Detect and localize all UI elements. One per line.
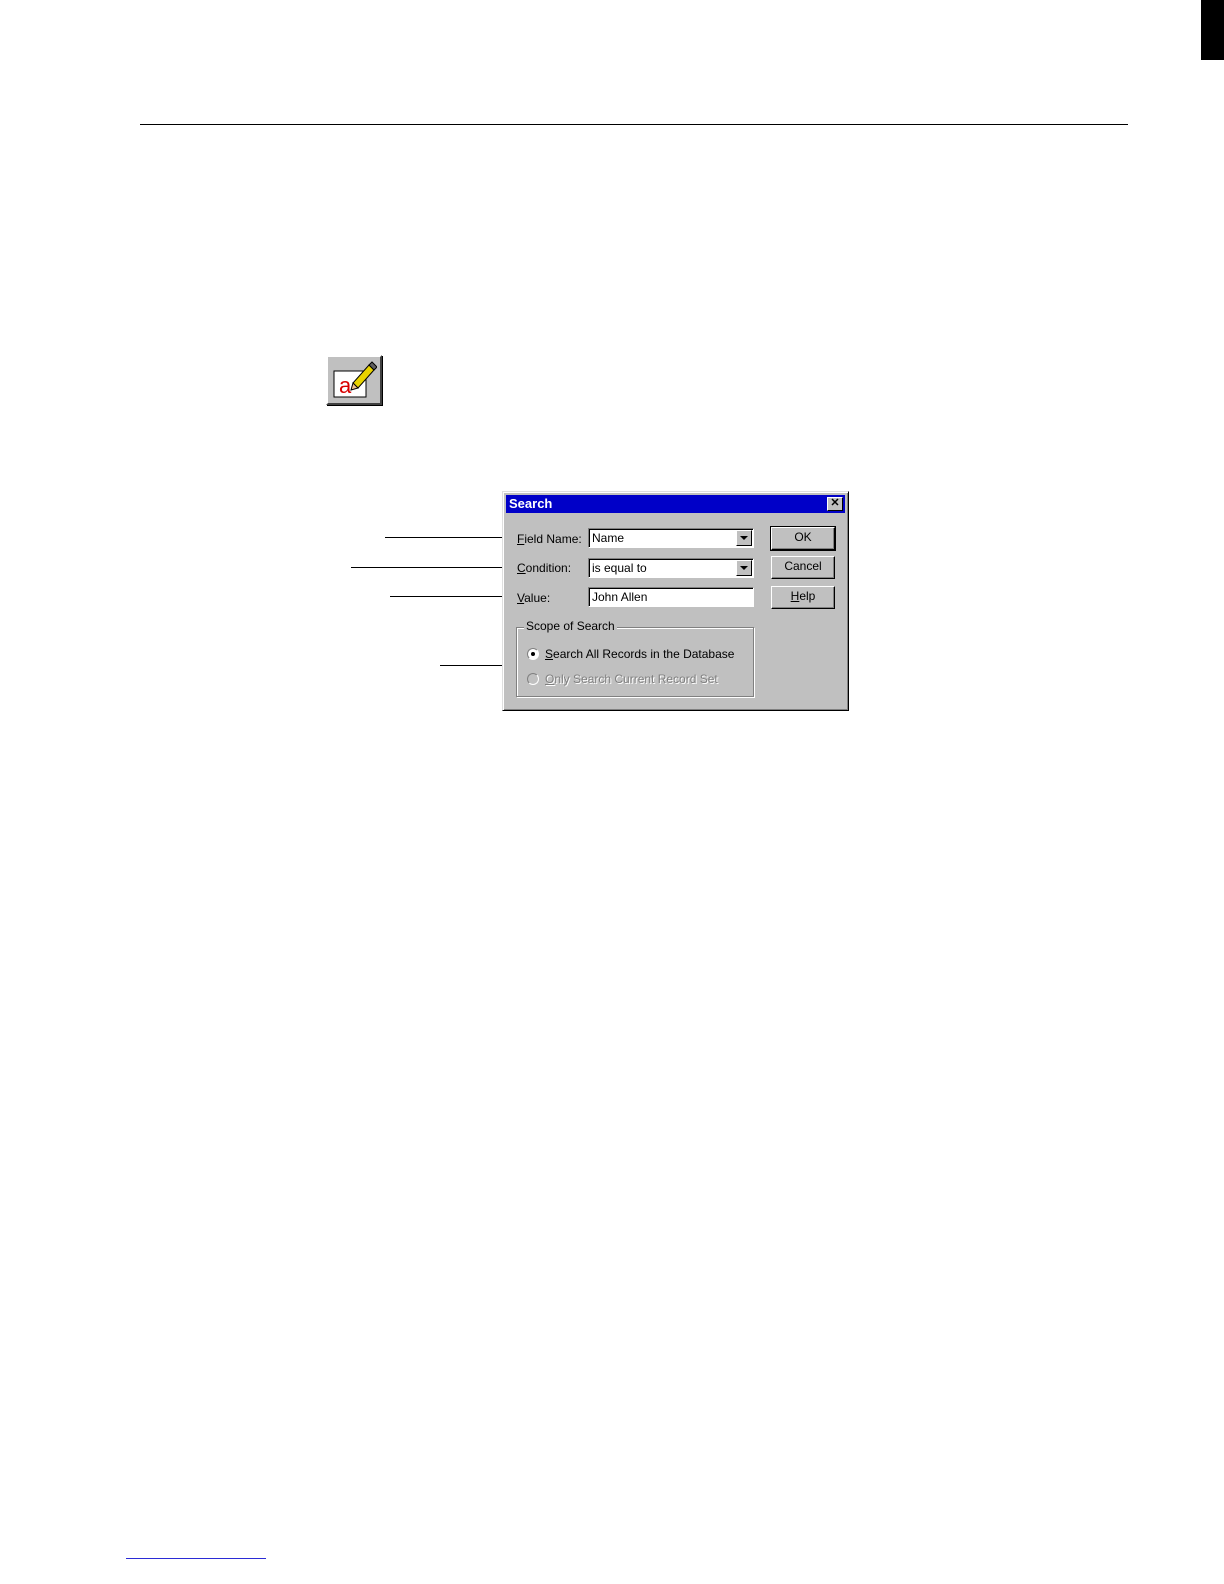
close-icon[interactable]: ✕ xyxy=(827,497,843,511)
svg-text:a: a xyxy=(339,373,352,398)
condition-dropdown[interactable]: is equal to xyxy=(588,558,754,578)
dialog-titlebar: Search ✕ xyxy=(506,495,845,513)
page-header-rule xyxy=(140,124,1128,125)
dialog-title: Search xyxy=(509,496,553,511)
scope-of-search-legend: Scope of Search xyxy=(524,619,617,633)
condition-value: is equal to xyxy=(592,561,647,575)
radio-button-checked[interactable] xyxy=(527,648,539,660)
ok-button[interactable]: OK xyxy=(770,526,836,551)
condition-label: Condition: xyxy=(517,561,572,575)
chevron-down-icon[interactable] xyxy=(736,530,752,546)
callout-line-field-name xyxy=(385,537,505,538)
cancel-button[interactable]: Cancel xyxy=(771,556,835,579)
search-toolbar-button[interactable]: a xyxy=(326,355,382,405)
help-button[interactable]: Help xyxy=(771,586,835,609)
radio-button-disabled xyxy=(527,673,539,685)
value-input-text: John Allen xyxy=(592,590,648,604)
search-dialog: Search ✕ Field Name: Name Condition: is … xyxy=(502,491,849,711)
callout-line-value xyxy=(390,596,505,597)
value-input[interactable]: John Allen xyxy=(588,587,754,607)
value-label: Value: xyxy=(517,591,551,605)
page-edge-tab xyxy=(1201,0,1224,60)
chevron-down-icon[interactable] xyxy=(736,560,752,576)
footer-link-underline[interactable] xyxy=(126,1558,266,1559)
edit-text-pencil-icon: a xyxy=(333,361,377,398)
field-name-dropdown[interactable]: Name xyxy=(588,528,754,548)
radio-label: Search All Records in the Database xyxy=(545,647,735,661)
callout-line-condition xyxy=(351,567,505,568)
field-name-value: Name xyxy=(592,531,625,545)
radio-label: Only Search Current Record Set xyxy=(545,672,718,686)
scope-of-search-group: Scope of Search Search All Records in th… xyxy=(516,619,754,697)
field-name-label: Field Name: xyxy=(517,532,582,546)
